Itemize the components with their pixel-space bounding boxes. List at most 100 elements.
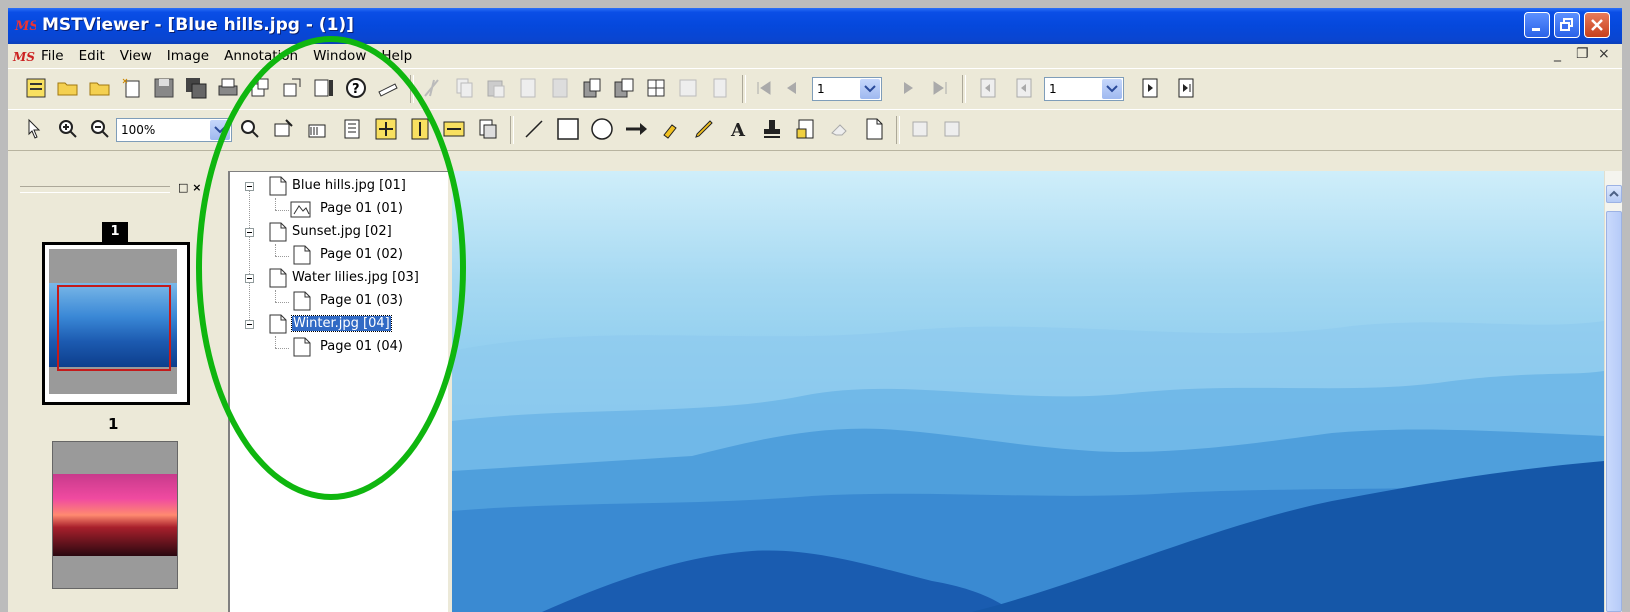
image-stamp-button[interactable] [794, 117, 818, 141]
export-button[interactable] [248, 76, 272, 100]
eraser-tool-button[interactable] [828, 117, 852, 141]
copy-button[interactable] [452, 76, 476, 100]
next-page-button[interactable] [896, 76, 920, 100]
insert-page-button[interactable] [516, 76, 540, 100]
menu-view[interactable]: View [120, 48, 152, 64]
document-logo-icon: MS [12, 50, 35, 64]
zoom-dropdown-button[interactable] [210, 120, 230, 140]
tree-item-label: Sunset.jpg [02] [292, 224, 392, 239]
first-page-button[interactable] [752, 76, 776, 100]
collapse-icon[interactable] [245, 182, 254, 191]
collapse-icon[interactable] [245, 274, 254, 283]
close-button[interactable] [1584, 12, 1610, 38]
zoom-in-button[interactable] [56, 117, 80, 141]
document-icon [269, 222, 287, 242]
pencil-tool-button[interactable] [692, 117, 716, 141]
folder-open-icon [57, 82, 78, 96]
scroll-up-button[interactable] [1606, 185, 1622, 203]
last-page-button[interactable] [928, 76, 952, 100]
fit-width-button[interactable] [442, 117, 466, 141]
note-tool-button[interactable] [862, 117, 886, 141]
menu-help[interactable]: Help [381, 48, 412, 64]
print-button[interactable] [216, 76, 240, 100]
cut-button[interactable] [420, 76, 444, 100]
menu-annotation[interactable]: Annotation [224, 48, 298, 64]
title-bar[interactable]: MS MSTViewer - [Blue hills.jpg - (1)] [8, 8, 1622, 44]
merge-button[interactable] [676, 76, 700, 100]
move-page-button[interactable] [580, 76, 604, 100]
maximize-button[interactable] [1554, 12, 1580, 38]
stamp-tool-button[interactable] [760, 117, 784, 141]
new-button[interactable] [120, 76, 144, 100]
menu-edit[interactable]: Edit [79, 48, 105, 64]
page-layout-button[interactable] [476, 117, 500, 141]
chevron-down-icon [864, 85, 876, 93]
fit-both-button[interactable] [374, 117, 398, 141]
minimize-button[interactable] [1524, 12, 1550, 38]
scanner-source-button[interactable] [376, 76, 400, 100]
menu-window[interactable]: Window [313, 48, 366, 64]
last-document-button[interactable] [1174, 76, 1198, 100]
viewport-rectangle[interactable] [57, 285, 171, 371]
first-page-icon [757, 81, 771, 95]
main-toolbar: ? 1 1 [8, 68, 1622, 110]
rectangle-icon [557, 118, 579, 140]
mdi-restore-button[interactable]: ❐ [1576, 46, 1589, 62]
mdi-minimize-button[interactable]: _ [1554, 46, 1561, 62]
vertical-scrollbar[interactable] [1604, 171, 1622, 612]
thumbnail-sunset[interactable] [52, 441, 178, 589]
split-button[interactable] [644, 76, 668, 100]
zoom-out-button[interactable] [88, 117, 112, 141]
text-tool-button[interactable]: A [726, 117, 750, 141]
note-icon [866, 118, 883, 140]
paste-button[interactable] [484, 76, 508, 100]
first-document-button[interactable] [976, 76, 1000, 100]
open-button[interactable] [56, 76, 80, 100]
copy-page-button[interactable] [612, 76, 636, 100]
delete-page-button[interactable] [548, 76, 572, 100]
help-button[interactable]: ? [344, 76, 368, 100]
panel-grip[interactable] [20, 186, 170, 193]
zoom-combo[interactable]: 100% [116, 118, 232, 142]
next-document-button[interactable] [1138, 76, 1162, 100]
ellipse-tool-button[interactable] [590, 117, 614, 141]
mdi-close-button[interactable]: × [1598, 46, 1610, 62]
open-append-button[interactable] [88, 76, 112, 100]
fit-height-button[interactable] [408, 117, 432, 141]
save-button[interactable] [152, 76, 176, 100]
annotation-properties-button[interactable] [940, 117, 964, 141]
image-stamp-icon [796, 119, 814, 139]
document-info-button[interactable] [708, 76, 732, 100]
close-document-button[interactable] [280, 76, 304, 100]
actual-size-button[interactable] [306, 117, 330, 141]
arrow-tool-button[interactable] [624, 117, 648, 141]
menu-file[interactable]: File [41, 48, 64, 64]
highlighter-tool-button[interactable] [658, 117, 682, 141]
new-document-icon [122, 78, 140, 98]
line-tool-button[interactable] [522, 117, 546, 141]
page-number-combo[interactable]: 1 [812, 77, 882, 101]
save-all-button[interactable] [184, 76, 208, 100]
scan-button[interactable] [24, 76, 48, 100]
fit-window-button[interactable] [340, 117, 364, 141]
collapse-icon[interactable] [245, 320, 254, 329]
close-document-icon [283, 78, 301, 97]
highlighter-icon [663, 124, 677, 139]
panel-buttons[interactable]: □ × [178, 181, 201, 194]
burn-annotations-button[interactable] [908, 117, 932, 141]
page-number-dropdown-button[interactable] [860, 79, 880, 99]
menu-image[interactable]: Image [167, 48, 209, 64]
previous-document-button[interactable] [1012, 76, 1036, 100]
previous-page-button[interactable] [780, 76, 804, 100]
thumbnail-blue-hills[interactable] [42, 242, 190, 405]
document-number-combo[interactable]: 1 [1044, 77, 1124, 101]
zoom-rectangle-button[interactable] [238, 117, 262, 141]
select-tool-button[interactable] [24, 117, 48, 141]
scroll-thumb[interactable] [1606, 211, 1622, 612]
rectangle-tool-button[interactable] [556, 117, 580, 141]
document-number-dropdown-button[interactable] [1102, 79, 1122, 99]
image-viewer[interactable] [452, 171, 1604, 612]
properties-button[interactable] [312, 76, 336, 100]
collapse-icon[interactable] [245, 228, 254, 237]
fit-to-page-button[interactable] [272, 117, 296, 141]
